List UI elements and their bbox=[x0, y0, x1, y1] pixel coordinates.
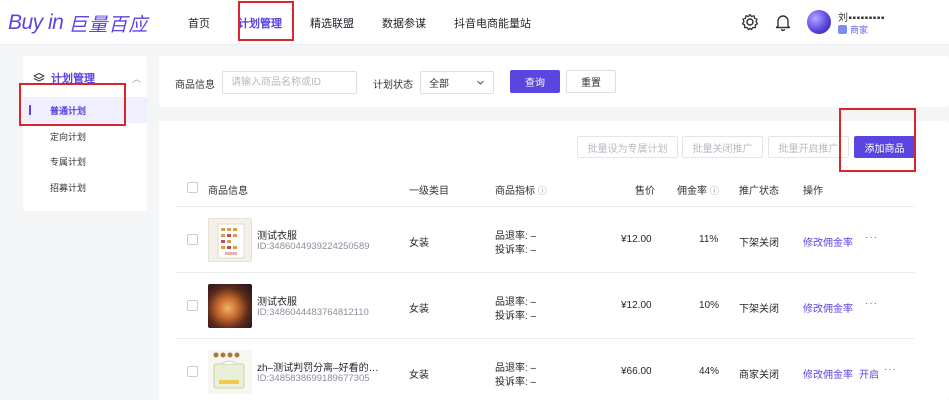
plan-status-label: 计划状态 bbox=[373, 80, 413, 91]
promotion-status: 下架关闭 bbox=[739, 304, 779, 315]
row-divider bbox=[175, 272, 915, 273]
top-navigation-bar: Buy in 巨量百应 首页 计划管理 精选联盟 数据参谋 抖音电商能量站 刘▪… bbox=[0, 0, 949, 45]
price: ¥66.00 bbox=[621, 366, 652, 377]
info-icon: ⓘ bbox=[537, 186, 547, 196]
settings-gear-icon[interactable] bbox=[740, 12, 760, 32]
nav-item-plan-management[interactable]: 计划管理 bbox=[238, 0, 282, 45]
product-name[interactable]: 测试衣服 bbox=[257, 293, 297, 308]
product-thumbnail[interactable] bbox=[208, 350, 252, 394]
merchant-icon bbox=[838, 25, 847, 34]
product-category: 女装 bbox=[409, 238, 429, 249]
edit-commission-link[interactable]: 修改佣金率 bbox=[803, 234, 853, 249]
plan-status-value: 全部 bbox=[429, 79, 449, 90]
refund-rate: 品退率: – bbox=[495, 231, 537, 242]
edit-commission-link[interactable]: 修改佣金率 bbox=[803, 300, 853, 315]
info-icon: ⓘ bbox=[709, 186, 719, 196]
sidebar-section-plan-management[interactable]: 计划管理 ︿ bbox=[33, 70, 141, 86]
nav-item-selected-alliance[interactable]: 精选联盟 bbox=[310, 0, 354, 45]
product-id: ID:3486044939224250589 bbox=[257, 241, 370, 252]
header-price: 售价 bbox=[635, 186, 655, 197]
row-checkbox[interactable] bbox=[187, 234, 198, 245]
complaint-rate: 投诉率: – bbox=[495, 377, 537, 388]
reset-button[interactable]: 重置 bbox=[566, 70, 616, 93]
buyin-logo[interactable]: Buy in 巨量百应 bbox=[8, 10, 148, 36]
product-id: ID:3486044483764812110 bbox=[257, 307, 369, 318]
sidebar-item-exclusive-plan[interactable]: 专属计划 bbox=[23, 148, 147, 174]
select-all-checkbox[interactable] bbox=[187, 182, 198, 193]
user-avatar[interactable] bbox=[807, 10, 831, 34]
product-search-input[interactable] bbox=[222, 71, 357, 94]
commission-rate: 10% bbox=[699, 300, 720, 311]
more-actions-icon[interactable]: ··· bbox=[865, 232, 878, 243]
row-checkbox[interactable] bbox=[187, 300, 198, 311]
product-thumbnail[interactable] bbox=[208, 218, 252, 262]
edit-commission-link[interactable]: 修改佣金率 bbox=[803, 366, 853, 381]
sidebar-item-normal-plan[interactable]: 普通计划 bbox=[23, 97, 147, 123]
refund-rate: 品退率: – bbox=[495, 363, 537, 374]
complaint-rate: 投诉率: – bbox=[495, 311, 537, 322]
user-role-badge: 商家 bbox=[838, 23, 868, 36]
user-role-label: 商家 bbox=[850, 25, 869, 35]
logo-chinese: 巨量百应 bbox=[68, 14, 149, 36]
product-name[interactable]: 测试衣服 bbox=[257, 227, 297, 242]
filter-bar: 商品信息 计划状态 全部 查询 重置 bbox=[159, 56, 949, 107]
user-name[interactable]: 刘▪▪▪▪▪▪▪▪▪ bbox=[838, 9, 885, 24]
row-checkbox[interactable] bbox=[187, 366, 198, 377]
product-category: 女装 bbox=[409, 304, 429, 315]
nav-item-energy-station[interactable]: 抖音电商能量站 bbox=[454, 0, 531, 45]
more-actions-icon[interactable]: ··· bbox=[865, 298, 878, 309]
nav-item-home[interactable]: 首页 bbox=[188, 0, 210, 45]
main-nav: 首页 计划管理 精选联盟 数据参谋 抖音电商能量站 bbox=[188, 0, 559, 45]
logo-english: Buy in bbox=[8, 11, 64, 34]
header-category: 一级类目 bbox=[409, 186, 449, 197]
more-actions-icon[interactable]: ··· bbox=[884, 364, 897, 375]
query-button[interactable]: 查询 bbox=[510, 70, 560, 93]
add-product-button[interactable]: 添加商品 bbox=[854, 136, 915, 158]
header-divider bbox=[175, 206, 915, 207]
product-category: 女装 bbox=[409, 370, 429, 381]
product-thumbnail[interactable] bbox=[208, 284, 252, 328]
header-commission-rate: 佣金率 ⓘ bbox=[677, 186, 719, 197]
chevron-down-icon bbox=[477, 80, 484, 85]
chevron-up-icon: ︿ bbox=[131, 73, 141, 84]
sidebar: 计划管理 ︿ 普通计划 定向计划 专属计划 招募计划 bbox=[23, 56, 147, 211]
header-product-info: 商品信息 bbox=[208, 186, 248, 197]
product-plan-panel: 批量设为专属计划 批量关闭推广 批量开启推广 添加商品 商品信息 一级类目 商品… bbox=[159, 121, 949, 400]
header-promotion-status: 推广状态 bbox=[739, 186, 779, 197]
commission-rate: 11% bbox=[699, 234, 719, 245]
price: ¥12.00 bbox=[621, 300, 652, 311]
complaint-rate: 投诉率: – bbox=[495, 245, 537, 256]
commission-rate: 44% bbox=[699, 366, 720, 377]
product-info-label: 商品信息 bbox=[175, 80, 215, 91]
product-name[interactable]: zh–测试判罚分离–好看的… bbox=[257, 359, 379, 374]
row-divider bbox=[175, 338, 915, 339]
sidebar-item-targeted-plan[interactable]: 定向计划 bbox=[23, 123, 147, 149]
promotion-status: 商家关闭 bbox=[739, 370, 779, 381]
nav-item-data-advisor[interactable]: 数据参谋 bbox=[382, 0, 426, 45]
header-operation: 操作 bbox=[803, 186, 823, 197]
price: ¥12.00 bbox=[621, 234, 652, 245]
sidebar-item-recruit-plan[interactable]: 招募计划 bbox=[23, 174, 147, 200]
batch-close-promotion-button[interactable]: 批量关闭推广 bbox=[682, 136, 763, 158]
sidebar-section-label: 计划管理 bbox=[51, 73, 95, 85]
enable-promotion-link[interactable]: 开启 bbox=[859, 366, 879, 381]
layers-icon bbox=[33, 72, 45, 82]
product-id: ID:3485838699189677305 bbox=[257, 373, 370, 384]
promotion-status: 下架关闭 bbox=[739, 238, 779, 249]
notification-bell-icon[interactable] bbox=[773, 12, 793, 32]
batch-open-promotion-button[interactable]: 批量开启推广 bbox=[768, 136, 849, 158]
plan-status-select[interactable]: 全部 bbox=[420, 71, 494, 94]
header-product-metrics: 商品指标 ⓘ bbox=[495, 186, 547, 197]
batch-set-exclusive-button[interactable]: 批量设为专属计划 bbox=[577, 136, 678, 158]
refund-rate: 品退率: – bbox=[495, 297, 537, 308]
